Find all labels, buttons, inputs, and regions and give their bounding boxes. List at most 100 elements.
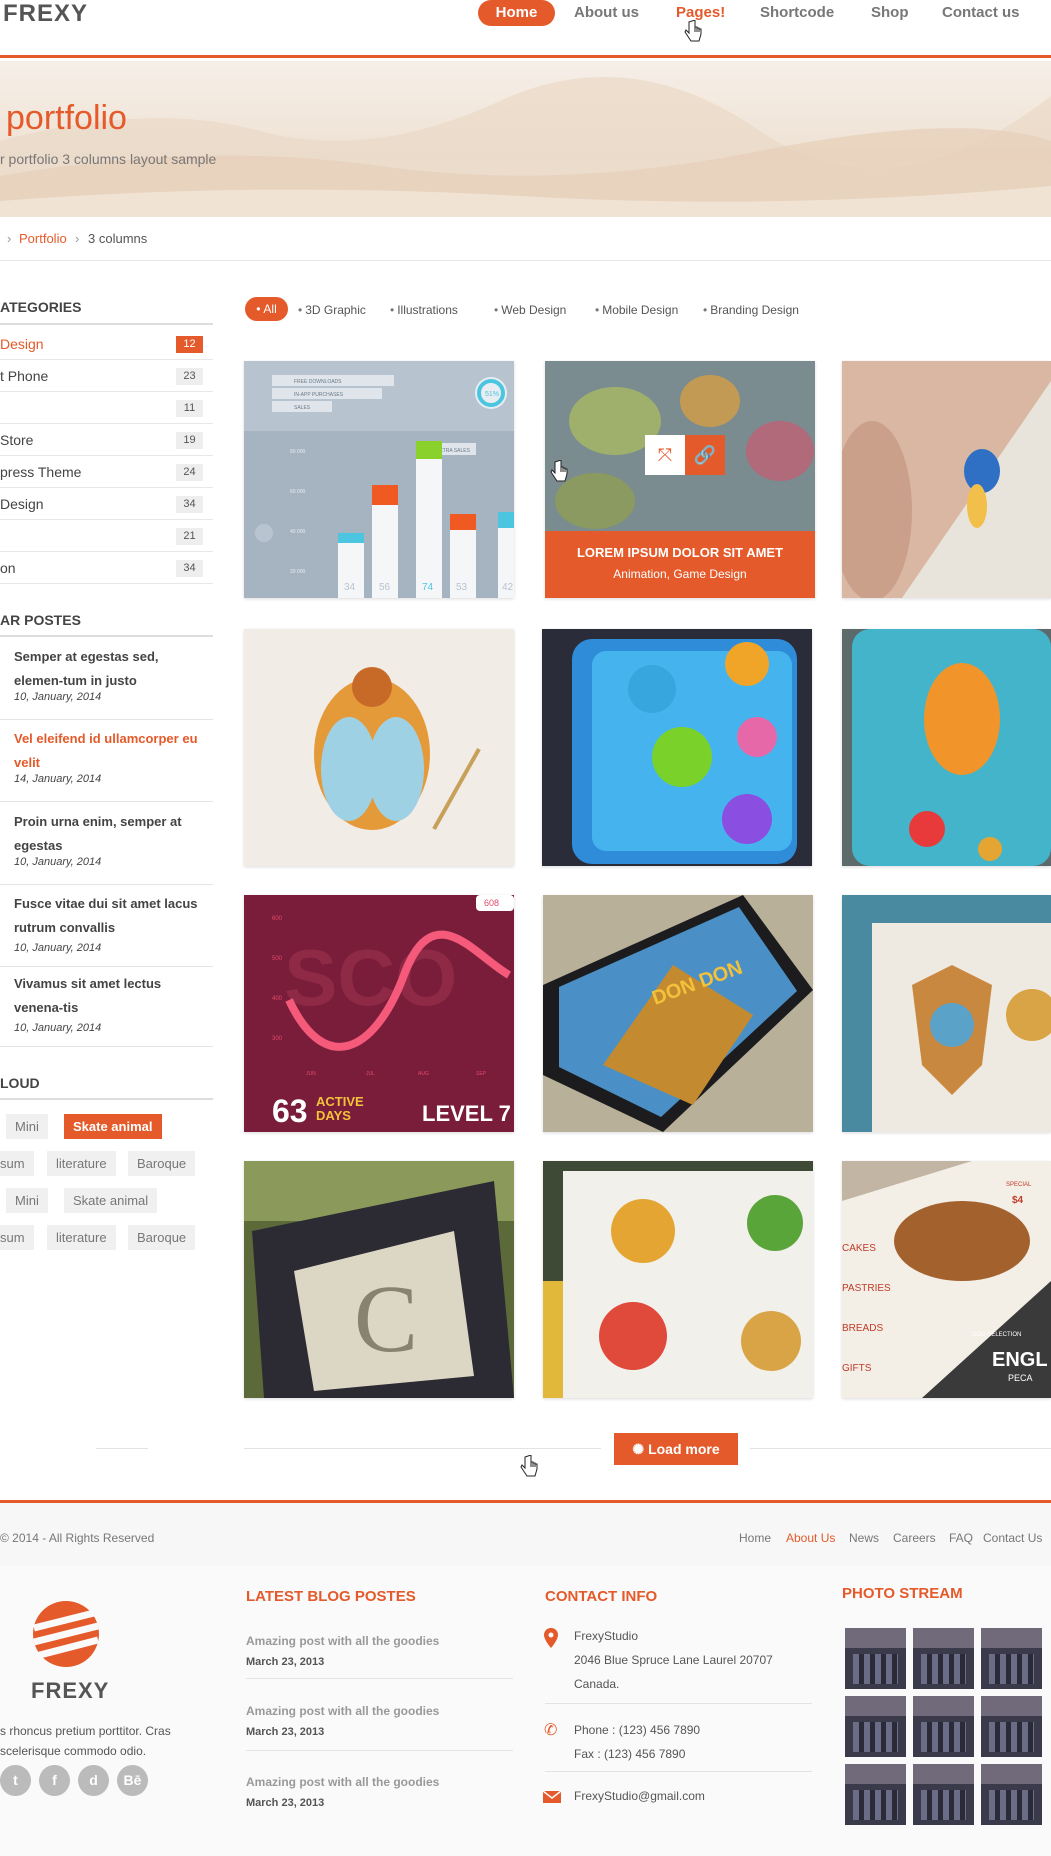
portfolio-item[interactable] — [842, 361, 1051, 598]
twitter-icon[interactable]: t — [0, 1765, 31, 1796]
portfolio-item[interactable] — [543, 1161, 813, 1398]
tag[interactable]: Baroque — [128, 1225, 196, 1250]
link-icon[interactable]: 🔗 — [685, 435, 725, 475]
nav-about[interactable]: About us — [574, 4, 639, 21]
photo-thumbnail[interactable] — [981, 1628, 1042, 1689]
footer-post-title[interactable]: Amazing post with all the goodies — [246, 1704, 439, 1718]
facebook-icon[interactable]: f — [39, 1765, 70, 1796]
photo-thumbnail[interactable] — [845, 1696, 906, 1757]
filter-3d-graphic[interactable]: 3D Graphic — [298, 303, 366, 317]
tag[interactable]: Mini — [6, 1188, 48, 1213]
tag[interactable]: sum — [0, 1225, 34, 1250]
category-item[interactable]: on 34 — [0, 552, 213, 584]
bar-value: 34 — [344, 582, 356, 593]
nav-pages[interactable]: Pages! — [676, 4, 725, 21]
photo-thumbnail[interactable] — [913, 1628, 974, 1689]
category-item[interactable]: 11 — [0, 392, 213, 424]
portfolio-item[interactable] — [244, 629, 514, 866]
axis-label: JUN — [306, 1071, 316, 1077]
portfolio-item[interactable]: CAKES PASTRIES BREADS GIFTS SPECIAL $4 D… — [842, 1161, 1051, 1398]
category-item[interactable]: 21 — [0, 520, 213, 552]
category-item[interactable]: Design 34 — [0, 488, 213, 520]
footer-link-contact[interactable]: Contact Us — [983, 1531, 1042, 1545]
tag[interactable]: Mini — [6, 1114, 48, 1139]
footer-link-about[interactable]: About Us — [786, 1531, 835, 1545]
divider — [0, 1098, 213, 1100]
menu-item-text: GIFTS — [842, 1363, 872, 1374]
footer-link-faq[interactable]: FAQ — [949, 1531, 973, 1545]
photo-thumbnail[interactable] — [845, 1628, 906, 1689]
tag[interactable]: literature — [47, 1151, 116, 1176]
expand-icon[interactable]: ⤧ — [645, 435, 685, 475]
game-icons-sketch-thumbnail — [543, 1161, 813, 1398]
photo-thumbnail[interactable] — [981, 1696, 1042, 1757]
map-pin-icon — [544, 1628, 558, 1648]
portfolio-item[interactable]: SCO 600 500 400 300 JUN JUL AUG SEP 608 … — [244, 895, 514, 1132]
popular-post[interactable]: Vivamus sit amet lectus venena-tis 10, J… — [0, 972, 213, 1047]
post-title[interactable]: Semper at egestas sed, elemen-tum in jus… — [14, 645, 209, 693]
photo-thumbnail[interactable] — [913, 1696, 974, 1757]
photo-thumbnail[interactable] — [913, 1764, 974, 1825]
portfolio-item[interactable] — [842, 895, 1051, 1132]
portfolio-item[interactable]: DON DON — [543, 895, 813, 1132]
popular-posts-heading: AR POSTES — [0, 612, 81, 628]
page-subtitle: r portfolio 3 columns layout sample — [0, 151, 217, 167]
tag[interactable]: Skate animal — [64, 1114, 162, 1139]
divider — [0, 635, 213, 637]
post-title[interactable]: Proin urna enim, semper at egestas — [14, 810, 209, 858]
photo-thumbnail[interactable] — [845, 1764, 906, 1825]
footer-link-home[interactable]: Home — [739, 1531, 771, 1545]
frexy-logo-icon — [33, 1601, 99, 1667]
nav-home[interactable]: Home — [478, 0, 555, 26]
filter-all[interactable]: All — [245, 297, 288, 321]
popular-post[interactable]: Vel eleifend id ullamcorper eu velit 14,… — [0, 727, 213, 802]
behance-icon[interactable]: Bē — [117, 1765, 148, 1796]
filter-branding-design[interactable]: Branding Design — [703, 303, 799, 317]
filter-illustrations[interactable]: Illustrations — [390, 303, 458, 317]
score-watermark: SCO — [284, 933, 457, 1022]
axis-label: 500 — [272, 956, 283, 962]
hover-title[interactable]: LOREM IPSUM DOLOR SIT AMET — [545, 545, 815, 560]
tag[interactable]: literature — [47, 1225, 116, 1250]
envelope-icon — [543, 1791, 561, 1803]
breadcrumb: › Portfolio › 3 columns — [0, 217, 1051, 261]
portfolio-item[interactable] — [542, 629, 812, 866]
popular-post[interactable]: Semper at egestas sed, elemen-tum in jus… — [0, 645, 213, 720]
category-item[interactable]: Store 19 — [0, 424, 213, 456]
load-more-button[interactable]: ✺ Load more — [614, 1433, 738, 1465]
footer-link-news[interactable]: News — [849, 1531, 879, 1545]
dribbble-icon[interactable]: d — [78, 1765, 109, 1796]
tag[interactable]: Baroque — [128, 1151, 196, 1176]
filter-web-design[interactable]: Web Design — [494, 303, 566, 317]
divider — [750, 1448, 1051, 1449]
tag[interactable]: Skate animal — [64, 1188, 158, 1213]
portfolio-item[interactable] — [842, 629, 1051, 866]
category-item[interactable]: press Theme 24 — [0, 456, 213, 488]
tag[interactable]: sum — [0, 1151, 34, 1176]
category-item[interactable]: t Phone 23 — [0, 360, 213, 392]
portfolio-item[interactable]: C — [244, 1161, 514, 1398]
post-title[interactable]: Vel eleifend id ullamcorper eu velit — [14, 727, 209, 775]
portfolio-item[interactable]: FREE DOWNLOADS IN-APP PURCHASES SALES 51… — [244, 361, 514, 598]
footer-post-title[interactable]: Amazing post with all the goodies — [246, 1634, 439, 1648]
portfolio-item-hover[interactable]: ⤧ 🔗 LOREM IPSUM DOLOR SIT AMET Animation… — [545, 361, 815, 598]
footer-post-date: March 23, 2013 — [246, 1656, 325, 1668]
post-title[interactable]: Fusce vitae dui sit amet lacus rutrum co… — [14, 892, 209, 940]
nav-shortcode[interactable]: Shortcode — [760, 4, 834, 21]
footer-post-title[interactable]: Amazing post with all the goodies — [246, 1775, 439, 1789]
popular-post[interactable]: Proin urna enim, semper at egestas 10, J… — [0, 810, 213, 885]
popular-post[interactable]: Fusce vitae dui sit amet lacus rutrum co… — [0, 892, 213, 967]
footer-link-careers[interactable]: Careers — [893, 1531, 936, 1545]
post-title[interactable]: Vivamus sit amet lectus venena-tis — [14, 972, 209, 1020]
photo-thumbnail[interactable] — [981, 1764, 1042, 1825]
contact-email[interactable]: FrexyStudio@gmail.com — [574, 1784, 705, 1808]
breadcrumb-portfolio[interactable]: Portfolio — [19, 217, 67, 261]
category-item[interactable]: Design 12 — [0, 328, 213, 360]
level-label: LEVEL 7 — [422, 1101, 511, 1126]
mountains-illustration — [0, 77, 1051, 217]
nav-shop[interactable]: Shop — [871, 4, 909, 21]
bakery-menu-thumbnail: CAKES PASTRIES BREADS GIFTS SPECIAL $4 D… — [842, 1161, 1051, 1398]
nav-contact[interactable]: Contact us — [942, 4, 1020, 21]
site-logo[interactable]: FREXY — [3, 0, 88, 28]
filter-mobile-design[interactable]: Mobile Design — [595, 303, 678, 317]
